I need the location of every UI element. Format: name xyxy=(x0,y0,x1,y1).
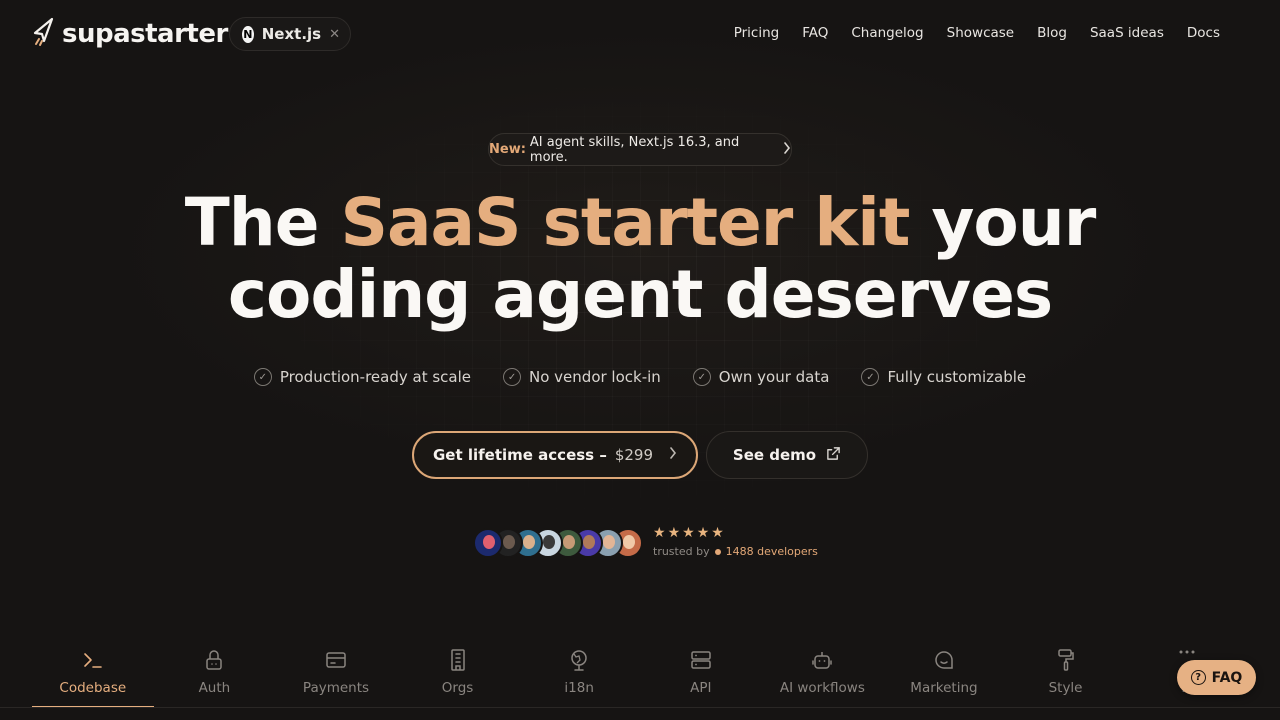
paint-roller-icon xyxy=(1057,649,1074,671)
star-icon: ★ xyxy=(696,525,710,541)
tab-label: AI workflows xyxy=(779,680,865,696)
check-circle-icon: ✓ xyxy=(692,368,711,386)
logo[interactable]: supastarter xyxy=(32,17,228,51)
tab-i18n[interactable]: i18n xyxy=(518,640,640,708)
faq-floating-button[interactable]: ? FAQ xyxy=(1177,660,1256,695)
announcement-prefix: New: xyxy=(489,142,526,157)
tab-auth[interactable]: Auth xyxy=(154,640,276,708)
tab-label: Payments xyxy=(302,680,370,696)
feature-item: ✓ Fully customizable xyxy=(861,368,1026,386)
tab-label: Style xyxy=(1048,680,1083,696)
faq-button-label: FAQ xyxy=(1211,669,1243,686)
avatar-group xyxy=(473,528,643,558)
bot-icon xyxy=(812,652,833,669)
avatar-face xyxy=(563,535,575,549)
announcement-pill[interactable]: New: AI agent skills, Next.js 16.3, and … xyxy=(488,133,792,166)
avatar-face xyxy=(503,535,515,549)
hero-title: The SaaS starter kit your coding agent d… xyxy=(0,187,1280,331)
avatar-face xyxy=(583,535,595,549)
check-circle-icon: ✓ xyxy=(253,368,272,386)
check-circle-icon: ✓ xyxy=(503,368,522,386)
tab-codebase[interactable]: Codebase xyxy=(32,640,154,708)
tab-marketing[interactable]: Marketing xyxy=(883,640,1005,708)
chevron-right-icon xyxy=(669,447,677,463)
nav-link-docs[interactable]: Docs xyxy=(1187,24,1220,42)
avatar-face xyxy=(603,535,615,549)
tab-orgs[interactable]: Orgs xyxy=(397,640,519,708)
feature-item: ✓ Own your data xyxy=(692,368,830,386)
title-line-2: coding agent deserves xyxy=(227,256,1053,333)
trusted-by: trusted by 1488 developers xyxy=(653,545,818,558)
avatar-face xyxy=(523,535,535,549)
feature-label: No vendor lock-in xyxy=(529,368,661,386)
feature-label: Own your data xyxy=(718,368,830,386)
announcement-text: AI agent skills, Next.js 16.3, and more. xyxy=(529,134,740,165)
avatar-face xyxy=(483,535,495,549)
tab-style[interactable]: Style xyxy=(1005,640,1127,708)
trusted-prefix: trusted by xyxy=(653,545,710,558)
building-icon xyxy=(450,649,465,671)
title-your: your xyxy=(931,184,1096,261)
external-link-icon xyxy=(826,446,841,465)
see-demo-button[interactable]: See demo xyxy=(706,431,868,479)
nav-link-saas-ideas[interactable]: SaaS ideas xyxy=(1090,24,1164,42)
star-icon: ★ xyxy=(682,525,695,541)
tab-api[interactable]: API xyxy=(640,640,762,708)
avatar-face xyxy=(543,535,555,549)
close-icon[interactable]: ✕ xyxy=(329,27,340,42)
tab-label: API xyxy=(690,680,712,696)
tab-payments[interactable]: Payments xyxy=(275,640,397,708)
tab-label: Codebase xyxy=(59,680,127,696)
tab-label: Orgs xyxy=(441,680,474,696)
avatar xyxy=(473,528,503,558)
title-highlight: SaaS starter kit xyxy=(340,184,910,261)
feature-list: ✓ Production-ready at scale ✓ No vendor … xyxy=(0,368,1280,386)
logo-text: supastarter xyxy=(62,19,228,49)
rating-stars: ★ ★ ★ ★ ★ xyxy=(653,526,724,540)
cta-price: $299 xyxy=(614,446,654,464)
rocket-logo-icon xyxy=(32,17,56,51)
feature-label: Fully customizable xyxy=(887,368,1027,386)
tabs-divider xyxy=(0,707,1280,708)
developer-count: 1488 developers xyxy=(725,545,818,558)
feature-label: Production-ready at scale xyxy=(279,368,472,386)
feature-item: ✓ No vendor lock-in xyxy=(503,368,661,386)
chevron-right-icon xyxy=(783,141,791,158)
star-icon: ★ xyxy=(667,525,681,541)
globe-icon xyxy=(571,650,587,671)
avatar-face xyxy=(623,535,635,549)
help-circle-icon: ? xyxy=(1190,670,1206,685)
nav-link-blog[interactable]: Blog xyxy=(1037,24,1067,42)
nextjs-icon: N xyxy=(242,25,254,43)
star-icon: ★ xyxy=(653,525,666,541)
credit-card-icon xyxy=(326,652,346,668)
get-lifetime-access-button[interactable]: Get lifetime access – $299 xyxy=(412,431,698,479)
framework-selector[interactable]: N Next.js ✕ xyxy=(229,17,351,51)
tab-label: Marketing xyxy=(910,680,978,696)
cta-primary-label: Get lifetime access – xyxy=(432,446,607,464)
feature-item: ✓ Production-ready at scale xyxy=(253,368,472,386)
nav-link-changelog[interactable]: Changelog xyxy=(851,24,923,42)
lock-icon xyxy=(206,650,223,670)
framework-label: Next.js xyxy=(261,25,322,43)
hero-glow xyxy=(0,0,1280,720)
nav-link-pricing[interactable]: Pricing xyxy=(734,24,780,42)
cta-secondary-label: See demo xyxy=(732,446,817,464)
main-nav: Pricing FAQ Changelog Showcase Blog SaaS… xyxy=(734,24,1220,42)
title-the: The xyxy=(184,184,320,261)
check-circle-icon: ✓ xyxy=(861,368,880,386)
server-icon xyxy=(691,651,711,669)
nav-link-faq[interactable]: FAQ xyxy=(802,24,828,42)
star-icon: ★ xyxy=(711,525,724,541)
tab-label: Auth xyxy=(198,680,231,696)
nav-link-showcase[interactable]: Showcase xyxy=(947,24,1014,42)
terminal-icon xyxy=(83,653,102,668)
site-header: supastarter N Next.js ✕ Pricing FAQ Chan… xyxy=(0,0,1280,66)
tab-ai-workflows[interactable]: AI workflows xyxy=(762,640,884,708)
smile-icon xyxy=(935,651,953,669)
tab-label: i18n xyxy=(564,680,594,696)
feature-tabs: Codebase Auth Payments Orgs i18n API AI … xyxy=(32,640,1248,708)
status-dot xyxy=(714,548,721,555)
